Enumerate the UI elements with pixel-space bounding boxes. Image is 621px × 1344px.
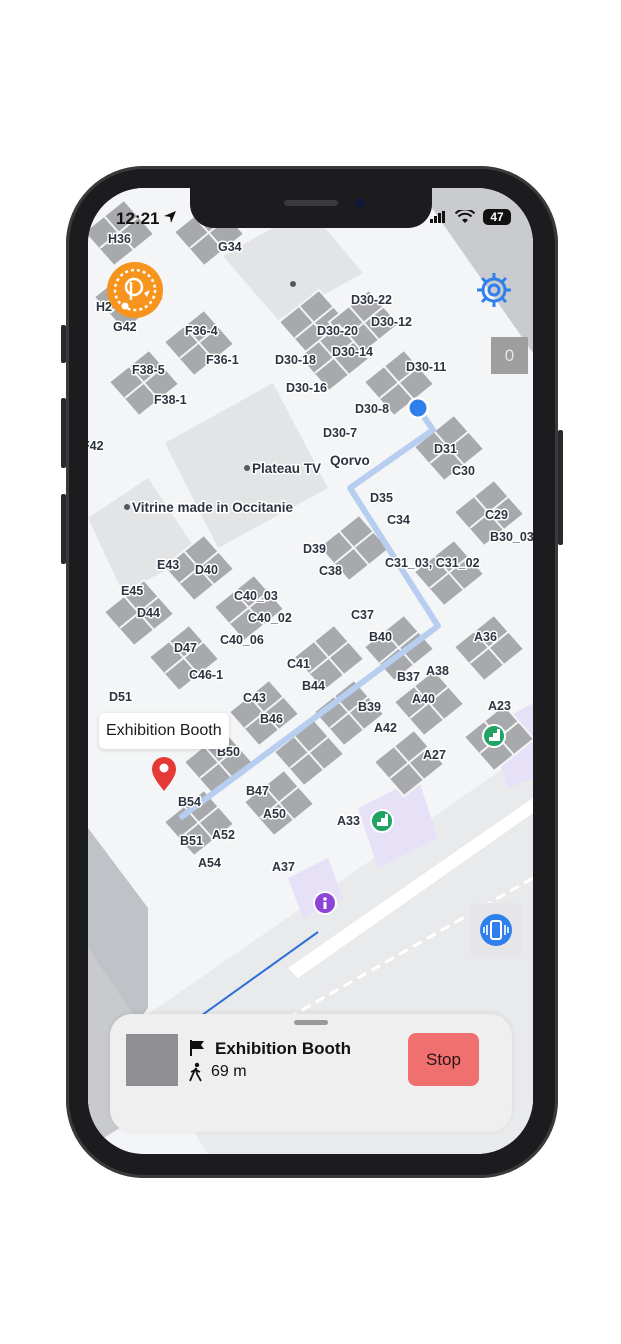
floor-selector[interactable]: 0 [491,337,528,374]
volume-up-button [61,398,66,468]
sheet-handle[interactable] [294,1020,328,1025]
booth-label[interactable]: C41 [286,656,312,673]
booth-label[interactable]: C34 [386,512,412,529]
walking-icon [189,1062,202,1082]
booth-label[interactable]: B37 [396,669,422,686]
battery-level: 47 [490,210,504,224]
booth-label[interactable]: C40_06 [219,632,266,649]
booth-label[interactable]: C40_03 [233,588,280,605]
booth-label[interactable]: A27 [422,747,448,764]
info-icon [313,891,337,915]
destination-tooltip: Exhibition Booth [99,713,229,749]
booth-label[interactable]: F36-1 [205,352,241,369]
vibrate-toggle-button[interactable] [469,903,523,957]
booth-label[interactable]: D30-16 [285,380,329,397]
booth-label[interactable]: D30-12 [370,314,414,331]
booth-label[interactable]: D47 [173,640,199,657]
flag-icon [190,1040,204,1056]
booth-label[interactable]: C46-1 [188,667,225,684]
front-camera [355,198,365,208]
booth-label[interactable]: D44 [136,605,162,622]
power-button [558,430,563,545]
booth-label[interactable]: D39 [302,541,328,558]
booth-label[interactable]: A52 [211,827,237,844]
booth-label[interactable]: F42 [88,438,105,455]
booth-label[interactable]: A37 [271,859,297,876]
destination-name: Exhibition Booth [215,1039,351,1058]
earpiece [284,200,338,206]
stairs-icon [370,809,394,833]
booth-label[interactable]: D40 [194,562,220,579]
poi-vitrine: Vitrine made in Occitanie [132,500,294,515]
phone-vibrate-icon [480,914,512,946]
wifi-icon [455,210,475,223]
booth-label[interactable]: B47 [245,783,271,800]
booth-label[interactable]: B30_03 [489,529,534,546]
booth-label[interactable]: D30-14 [331,344,375,361]
booth-label[interactable]: D30-22 [350,292,394,309]
stairs-icon [482,724,506,748]
booth-label[interactable]: C43 [242,690,268,707]
poi-dot [290,281,296,287]
booth-label[interactable]: E43 [156,557,181,574]
booth-label[interactable]: G34 [217,239,244,256]
booth-label[interactable]: B51 [179,833,205,850]
navigation-sheet: Exhibition Booth 69 m Stop [110,1014,512,1132]
notch [190,188,432,228]
booth-label[interactable]: F36-4 [184,323,220,340]
booth-label[interactable]: A42 [373,720,399,737]
booth-label[interactable]: B46 [259,711,285,728]
booth-label[interactable]: C29 [484,507,510,524]
poi-dot [124,504,130,510]
booth-label[interactable]: B40 [368,629,394,646]
parking-logo-icon[interactable] [107,262,163,318]
booth-label[interactable]: B54 [177,794,203,811]
booth-label[interactable]: C40_02 [247,610,294,627]
mute-switch [61,325,66,363]
poi-dot [244,465,250,471]
status-time: 12:21 [116,209,160,228]
booth-label[interactable]: H36 [107,231,133,248]
booth-label[interactable]: A54 [197,855,223,872]
cellular-signal-icon [430,211,445,223]
booth-label[interactable]: D35 [369,490,395,507]
booth-label[interactable]: F38-5 [131,362,167,379]
booth-label[interactable]: C30 [451,463,477,480]
destination-thumbnail [126,1034,178,1086]
booth-label[interactable]: A23 [487,698,513,715]
booth-label[interactable]: B44 [301,678,327,695]
gear-icon[interactable] [474,270,514,310]
booth-label[interactable]: C38 [318,563,344,580]
stop-button[interactable]: Stop [408,1033,479,1086]
booth-label[interactable]: D31 [433,441,459,458]
booth-label[interactable]: D51 [108,689,134,706]
poi-qorvo: Qorvo [330,453,370,468]
battery-icon: 47 [483,209,511,225]
booth-label[interactable]: D30-20 [316,323,360,340]
booth-label[interactable]: D30-11 [405,359,448,376]
poi-plateau-tv: Plateau TV [252,461,321,476]
booth-label[interactable]: D30-18 [274,352,318,369]
booth-label[interactable]: A40 [411,691,437,708]
booth-label[interactable]: D30-7 [322,425,359,442]
screen: Plateau TV Vitrine made in Occitanie Qor… [88,188,533,1154]
distance-remaining: 69 m [211,1063,247,1080]
booth-label[interactable]: A33 [336,813,362,830]
booth-label[interactable]: C37 [350,607,376,624]
booth-label[interactable]: G42 [112,319,139,336]
booth-label[interactable]: C31_03, C31_02 [384,555,482,572]
location-arrow-icon [164,211,176,223]
booth-label[interactable]: F38-1 [153,392,189,409]
booth-label[interactable]: A50 [262,806,288,823]
booth-label[interactable]: D30-8 [354,401,391,418]
booth-label[interactable]: A38 [425,663,451,680]
booth-label[interactable]: A36 [473,629,499,646]
indoor-map[interactable]: Plateau TV Vitrine made in Occitanie Qor… [88,188,533,1154]
booth-label[interactable]: E45 [120,583,145,600]
volume-down-button [61,494,66,564]
booth-label[interactable]: B39 [357,699,383,716]
